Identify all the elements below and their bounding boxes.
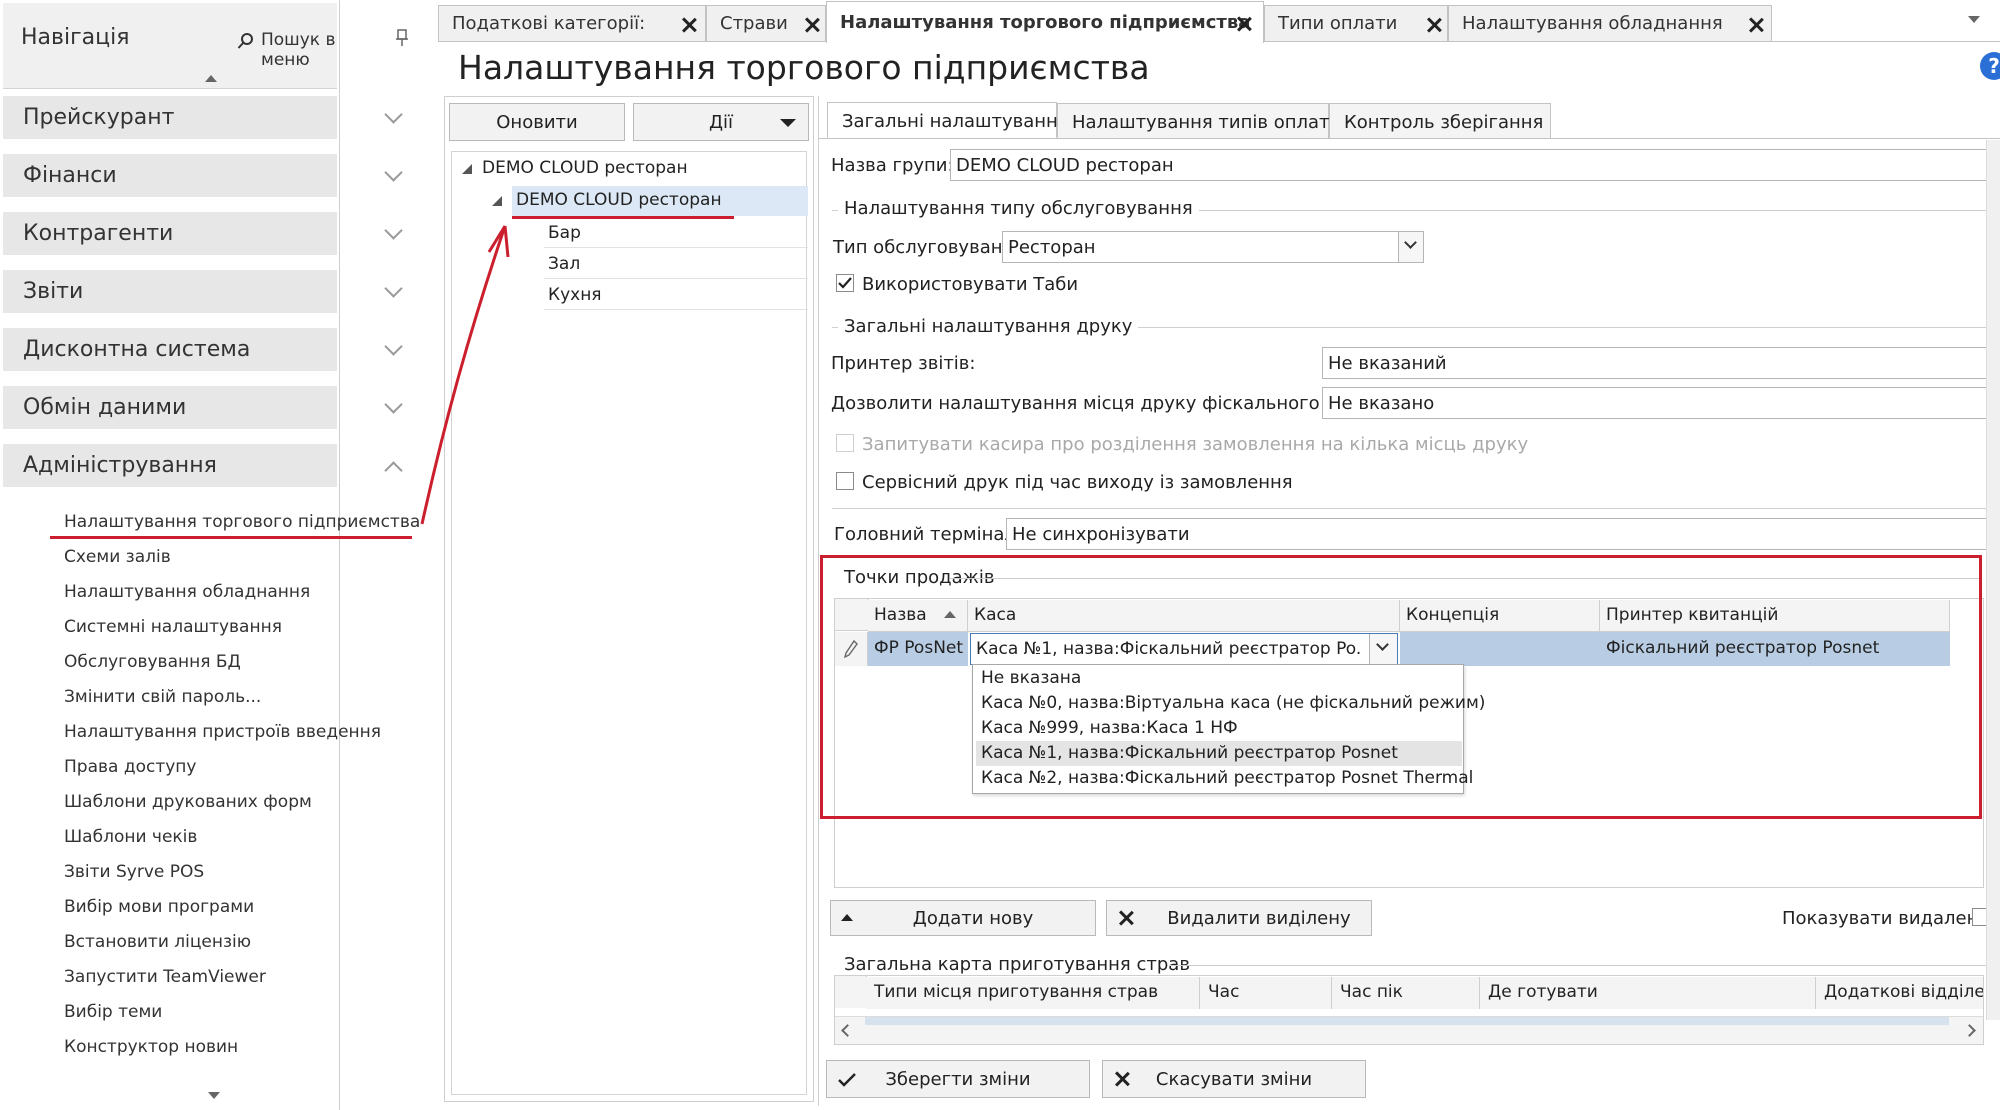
ask-cashier-checkbox[interactable] [836, 434, 854, 452]
chevron-down-icon [1404, 236, 1417, 249]
column-header-time[interactable]: Час [1200, 977, 1332, 1009]
add-new-button[interactable]: Додати нову [830, 900, 1096, 936]
vertical-scrollbar[interactable] [1986, 140, 2000, 1020]
column-header-peak-time[interactable]: Час пік [1332, 977, 1480, 1009]
group-name-field[interactable]: DEMO CLOUD ресторан [950, 149, 2000, 181]
subtab-divider [819, 138, 2000, 139]
horizontal-scrollbar[interactable] [835, 1016, 1983, 1044]
delete-selected-label: Видалити виділену [1167, 907, 1351, 929]
cancel-label: Скасувати зміни [1155, 1068, 1313, 1090]
checkmark-icon [838, 277, 852, 289]
close-icon [1115, 1072, 1129, 1086]
dropdown-button[interactable] [1398, 232, 1423, 262]
column-header-label: Додаткові відділення [1824, 982, 1984, 1002]
subtab-label: Налаштування типів оплати [1072, 112, 1342, 133]
main-terminal-label: Головний термінал: [834, 524, 1022, 545]
column-header-cooking-place[interactable]: Типи місця приготування страв [866, 977, 1200, 1009]
group-name-label: Назва групи: [831, 155, 954, 176]
service-group-title: Налаштування типу обслуговування [838, 198, 1199, 219]
report-printer-label: Принтер звітів: [831, 353, 976, 374]
print-group-title: Загальні налаштування друку [838, 316, 1139, 337]
use-tabs-checkbox[interactable] [836, 274, 854, 292]
close-icon [1119, 911, 1133, 925]
ask-cashier-label: Запитувати касира про розділення замовле… [862, 434, 1529, 455]
column-header-label: Типи місця приготування страв [874, 982, 1159, 1002]
save-button[interactable]: Зберегти зміни [826, 1060, 1090, 1098]
subtab-label: Контроль зберігання [1344, 112, 1544, 133]
checkmark-icon [838, 1073, 856, 1087]
report-printer-select[interactable]: Не вказаний [1322, 347, 2000, 379]
column-header-label: Де готувати [1488, 982, 1598, 1002]
show-deleted-label: Показувати видалені [1782, 908, 1984, 929]
subtab-storage-control[interactable]: Контроль зберігання [1329, 103, 1551, 139]
subtab-general[interactable]: Загальні налаштування [827, 102, 1069, 138]
subtab-label: Загальні налаштування [842, 111, 1069, 132]
cooking-group-title: Загальна карта приготування страв [838, 954, 1196, 975]
arrow-up-icon [841, 914, 853, 921]
group-line [1170, 965, 2000, 966]
main-terminal-select[interactable]: Не синхронізувати [1006, 518, 2000, 550]
service-type-select[interactable]: Ресторан [1002, 231, 1424, 263]
column-header-label: Час пік [1340, 982, 1403, 1002]
save-label: Зберегти зміни [885, 1068, 1031, 1090]
use-tabs-label: Використовувати Таби [862, 274, 1079, 295]
service-print-checkbox[interactable] [836, 472, 854, 490]
add-new-label: Додати нову [912, 907, 1034, 929]
column-header-extra-departments[interactable]: Додаткові відділення [1816, 977, 1984, 1009]
column-header-label: Час [1208, 982, 1240, 1002]
service-print-label: Сервісний друк під час виходу із замовле… [862, 472, 1293, 493]
service-type-value: Ресторан [1008, 236, 1096, 258]
highlight-box [820, 555, 1982, 819]
scroll-right-icon[interactable] [1963, 1024, 1976, 1037]
row-indicator-header [835, 976, 867, 1008]
subtab-payment-types[interactable]: Налаштування типів оплати [1057, 103, 1341, 139]
group-line [832, 508, 2000, 509]
cancel-button[interactable]: Скасувати зміни [1102, 1060, 1366, 1098]
delete-selected-button[interactable]: Видалити виділену [1106, 900, 1372, 936]
fiscal-place-label: Дозволити налаштування місця друку фіска… [831, 393, 1376, 414]
scroll-thumb[interactable] [865, 1017, 1949, 1025]
fiscal-place-select[interactable]: Не вказано [1322, 387, 2000, 419]
column-header-where-cook[interactable]: Де готувати [1480, 977, 1816, 1009]
scroll-left-icon[interactable] [841, 1024, 854, 1037]
